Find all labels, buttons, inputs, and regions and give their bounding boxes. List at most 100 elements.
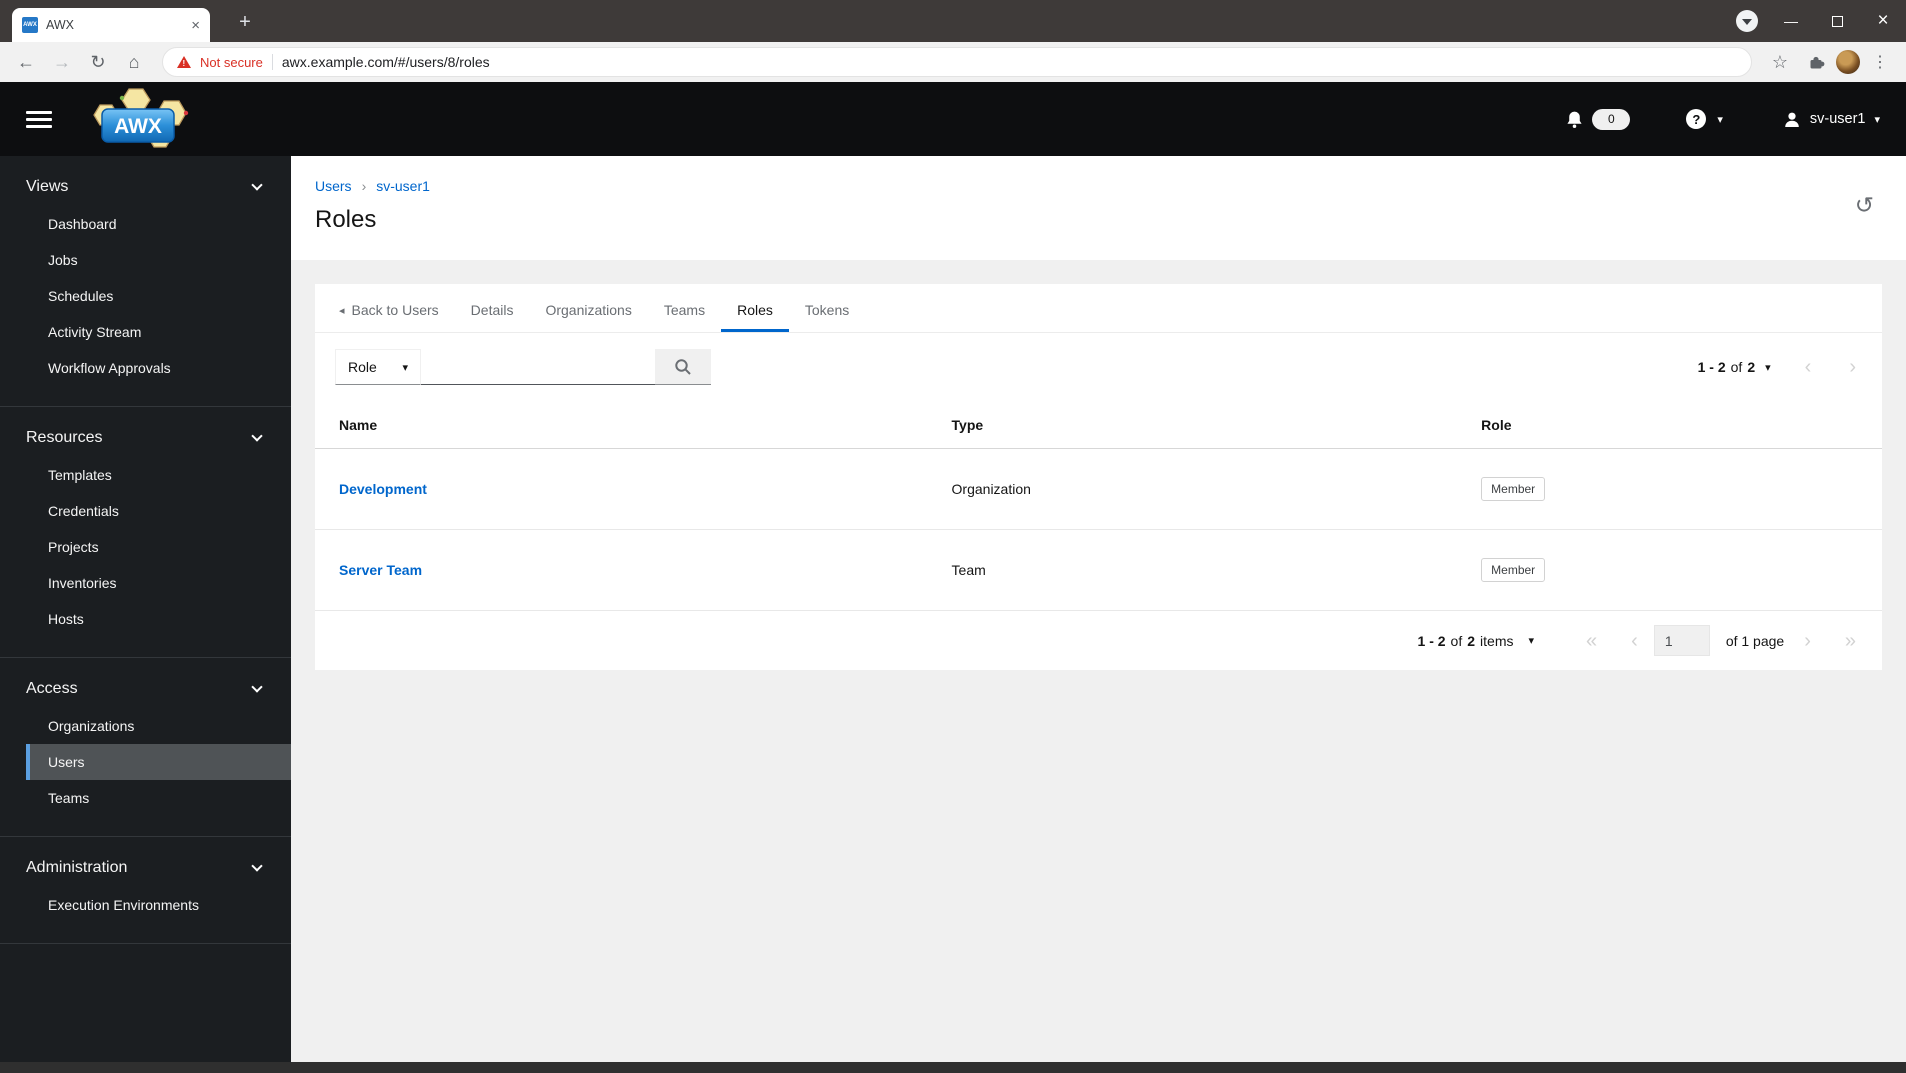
prev-page-icon[interactable]: ‹ [1631, 631, 1638, 651]
breadcrumb-link-users[interactable]: Users [315, 178, 352, 194]
pagination-range: 1 - 2 [1417, 632, 1446, 649]
user-icon [1785, 112, 1799, 127]
caret-down-icon[interactable]: ▾ [1765, 361, 1771, 374]
role-name-link[interactable]: Development [339, 481, 427, 497]
section-label: Views [26, 178, 69, 195]
sidebar-section-toggle-views[interactable]: Views [0, 174, 291, 206]
roles-table: Name Type Role Development Organization … [315, 401, 1882, 611]
user-menu-button[interactable]: sv-user1 ▾ [1783, 111, 1880, 128]
table-row: Development Organization Member [315, 448, 1882, 530]
window-close-button[interactable]: × [1860, 0, 1906, 42]
section-label: Resources [26, 429, 103, 446]
warning-icon: ! [177, 56, 191, 68]
caret-down-icon [1742, 19, 1752, 25]
sidebar-item-organizations[interactable]: Organizations [0, 708, 291, 744]
first-page-icon[interactable]: « [1586, 631, 1597, 651]
browser-profile-avatar[interactable] [1836, 50, 1860, 74]
page-header: Users › sv-user1 Roles ↺ [291, 156, 1906, 260]
tab-details[interactable]: Details [455, 284, 530, 332]
caret-down-icon: ▾ [402, 361, 408, 374]
divider [271, 54, 273, 70]
address-bar[interactable]: ! Not secure awx.example.com/#/users/8/r… [162, 47, 1752, 77]
items-per-page-control[interactable]: 1 - 2 of 2 items ▾ [1418, 633, 1534, 649]
sidebar-item-schedules[interactable]: Schedules [0, 278, 291, 314]
bell-icon [1567, 111, 1582, 128]
pagination-of: of [1730, 359, 1743, 375]
sidebar-item-credentials[interactable]: Credentials [0, 493, 291, 529]
tab-teams[interactable]: Teams [648, 284, 721, 332]
breadcrumb: Users › sv-user1 [315, 178, 1882, 194]
awx-logo[interactable]: AWX [82, 87, 200, 154]
sidebar-item-activity-stream[interactable]: Activity Stream [0, 314, 291, 350]
browser-tab-title: AWX [46, 18, 75, 32]
role-chip: Member [1481, 477, 1546, 501]
sidebar-item-workflow-approvals[interactable]: Workflow Approvals [0, 350, 291, 386]
reload-icon[interactable]: ↻ [82, 46, 114, 78]
bookmark-star-icon[interactable]: ☆ [1764, 46, 1796, 78]
sidebar-section-toggle-resources[interactable]: Resources [0, 425, 291, 457]
new-tab-button[interactable]: + [232, 9, 258, 35]
help-menu-button[interactable]: ? ▾ [1686, 109, 1723, 129]
sidebar-item-execution-environments[interactable]: Execution Environments [0, 887, 291, 923]
sidebar-section-resources: Resources Templates Credentials Projects… [0, 407, 291, 658]
not-secure-label[interactable]: Not secure [200, 55, 263, 70]
browser-update-icon[interactable] [1736, 10, 1758, 32]
pagination-bottom: 1 - 2 of 2 items ▾ « ‹ of 1 page › » [315, 611, 1882, 670]
tab-roles[interactable]: Roles [721, 284, 789, 332]
activity-history-icon[interactable]: ↺ [1855, 194, 1874, 217]
prev-page-icon[interactable]: ‹ [1805, 357, 1812, 377]
next-page-icon[interactable]: › [1804, 631, 1811, 651]
puzzle-icon [1810, 56, 1824, 68]
notifications-button[interactable]: 0 [1565, 108, 1631, 130]
hamburger-menu-icon[interactable] [26, 110, 52, 128]
browser-tab-strip: AWX AWX × + — × [0, 0, 1906, 42]
tab-back-to-users[interactable]: ◂ Back to Users [323, 284, 455, 332]
window-maximize-button[interactable] [1814, 0, 1860, 42]
help-icon: ? [1686, 109, 1707, 129]
url-text[interactable]: awx.example.com/#/users/8/roles [282, 54, 490, 70]
tab-close-icon[interactable]: × [191, 18, 200, 33]
sidebar-item-users[interactable]: Users [26, 744, 291, 780]
sidebar-item-teams[interactable]: Teams [0, 780, 291, 816]
tab-tokens[interactable]: Tokens [789, 284, 865, 332]
sidebar-item-hosts[interactable]: Hosts [0, 601, 291, 637]
next-page-icon[interactable]: › [1849, 357, 1856, 377]
tab-organizations[interactable]: Organizations [529, 284, 647, 332]
masthead-right: 0 ? ▾ sv-user1 ▾ [1565, 108, 1880, 130]
search-input[interactable] [421, 349, 655, 385]
current-page-input[interactable] [1653, 625, 1710, 656]
filter-category-select[interactable]: Role ▾ [335, 349, 421, 385]
search-button[interactable] [655, 349, 711, 385]
back-icon[interactable]: ← [10, 46, 42, 78]
role-chip: Member [1481, 558, 1546, 582]
sidebar-item-inventories[interactable]: Inventories [0, 565, 291, 601]
sidebar-item-projects[interactable]: Projects [0, 529, 291, 565]
role-name-link[interactable]: Server Team [339, 562, 422, 578]
sidebar-section-views: Views Dashboard Jobs Schedules Activity … [0, 156, 291, 407]
caret-down-icon: ▾ [1528, 635, 1535, 647]
sidebar-section-toggle-administration[interactable]: Administration [0, 855, 291, 887]
window-minimize-button[interactable]: — [1768, 0, 1814, 42]
chevron-down-icon [251, 179, 263, 191]
sidebar-item-dashboard[interactable]: Dashboard [0, 206, 291, 242]
last-page-icon[interactable]: » [1845, 631, 1856, 651]
column-header-role: Role [1465, 401, 1882, 449]
list-toolbar: Role ▾ 1 - 2 of 2 ▾ ‹ › [315, 333, 1882, 401]
window-controls: — × [1768, 0, 1906, 42]
sidebar-section-toggle-access[interactable]: Access [0, 676, 291, 708]
home-icon[interactable]: ⌂ [118, 46, 150, 78]
extensions-puzzle-icon[interactable] [1800, 46, 1832, 78]
browser-menu-dots-icon[interactable]: ⋮ [1864, 46, 1896, 78]
browser-tab[interactable]: AWX AWX × [12, 8, 210, 42]
sidebar-item-templates[interactable]: Templates [0, 457, 291, 493]
sidebar-item-jobs[interactable]: Jobs [0, 242, 291, 278]
filter-category-value: Role [348, 359, 377, 375]
forward-icon[interactable]: → [46, 46, 78, 78]
breadcrumb-link-user[interactable]: sv-user1 [376, 178, 430, 194]
caret-down-icon: ▾ [1874, 113, 1880, 126]
chevron-down-icon [251, 430, 263, 442]
pagination-of: of [1450, 632, 1463, 649]
breadcrumb-separator-icon: › [361, 178, 367, 194]
pagination-total: 2 [1467, 632, 1476, 649]
notification-count-badge: 0 [1592, 108, 1631, 130]
